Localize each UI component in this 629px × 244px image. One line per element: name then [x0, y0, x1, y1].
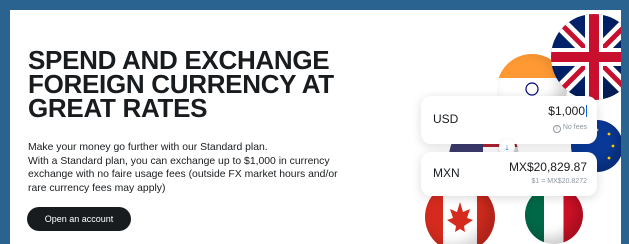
- exchange-rate: $1 = MX$20.8272: [531, 178, 587, 185]
- uk-flag-image: [551, 14, 621, 100]
- from-currency-panel[interactable]: USD $1,000 i No fees: [421, 96, 597, 144]
- to-amount-value: MX$20,829.87: [508, 160, 587, 174]
- description-line-2: With a Standard plan, you can exchange u…: [28, 155, 338, 194]
- info-icon: i: [552, 125, 561, 133]
- hero-description: Make your money go further with our Stan…: [28, 141, 358, 195]
- fee-note-text: No fees: [562, 124, 587, 131]
- from-currency-code: USD: [433, 112, 459, 126]
- to-currency-panel[interactable]: MXN MX$20,829.87 $1 = MX$20.8272: [421, 152, 597, 196]
- text-caret: [586, 105, 587, 117]
- description-line-1: Make your money go further with our Stan…: [28, 142, 268, 153]
- currency-illustration: USD $1,000 i No fees ↓ MXN MX$20,829.87 $…: [405, 10, 621, 244]
- from-amount-input[interactable]: $1,000: [548, 104, 587, 118]
- from-amount-value: $1,000: [548, 104, 585, 118]
- hero-card: SPEND AND EXCHANGE FOREIGN CURRENCY AT G…: [10, 10, 621, 244]
- fee-note: i No fees: [552, 124, 587, 133]
- page-title: SPEND AND EXCHANGE FOREIGN CURRENCY AT G…: [28, 45, 334, 123]
- open-account-button[interactable]: Open an account: [27, 207, 131, 231]
- to-currency-code: MXN: [433, 166, 460, 180]
